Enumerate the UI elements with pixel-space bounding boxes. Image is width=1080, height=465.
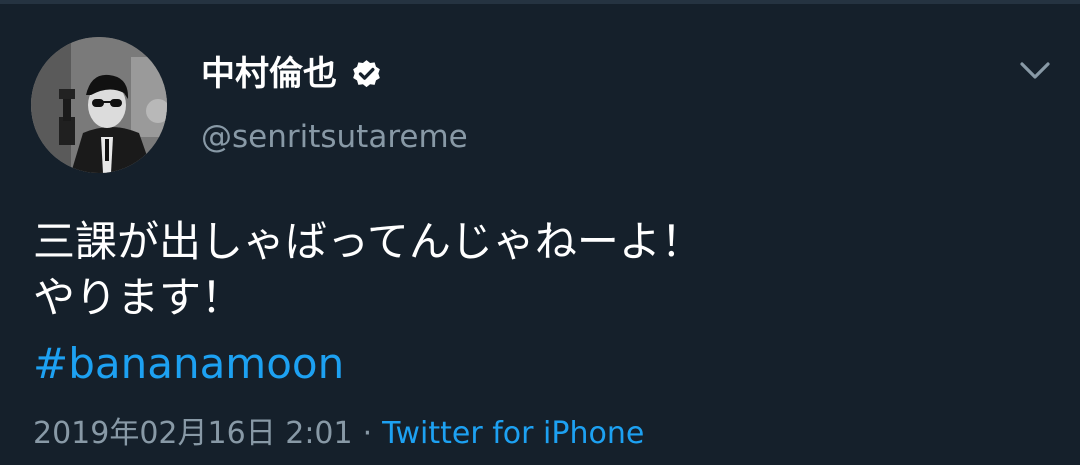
tweet-text: 三課が出しゃばってんじゃねーよ！ やります！: [33, 214, 1043, 326]
display-name[interactable]: 中村倫也: [201, 50, 337, 98]
tweet-text-line: やります！: [33, 273, 244, 322]
source-link[interactable]: Twitter for iPhone: [382, 416, 644, 451]
timestamp[interactable]: 2019年02月16日 2:01: [33, 416, 353, 451]
tweet-text-line: 三課が出しゃばってんじゃねーよ！: [33, 217, 703, 266]
tweet-metadata: 2019年02月16日 2:01 · Twitter for iPhone: [33, 412, 644, 456]
tweet-detail-view: 中村倫也 @senritsutareme 三課が出しゃばってんじゃねーよ！ やり…: [0, 0, 1080, 465]
hashtag-link[interactable]: #bananamoon: [33, 334, 344, 394]
chevron-down-icon[interactable]: [1018, 58, 1052, 84]
separator-dot: ·: [362, 416, 373, 451]
verified-badge-icon: [353, 60, 380, 88]
divider: [0, 0, 1080, 4]
profile-photo-avatar: [31, 37, 167, 173]
user-handle[interactable]: @senritsutareme: [201, 115, 468, 159]
avatar[interactable]: [31, 37, 167, 173]
